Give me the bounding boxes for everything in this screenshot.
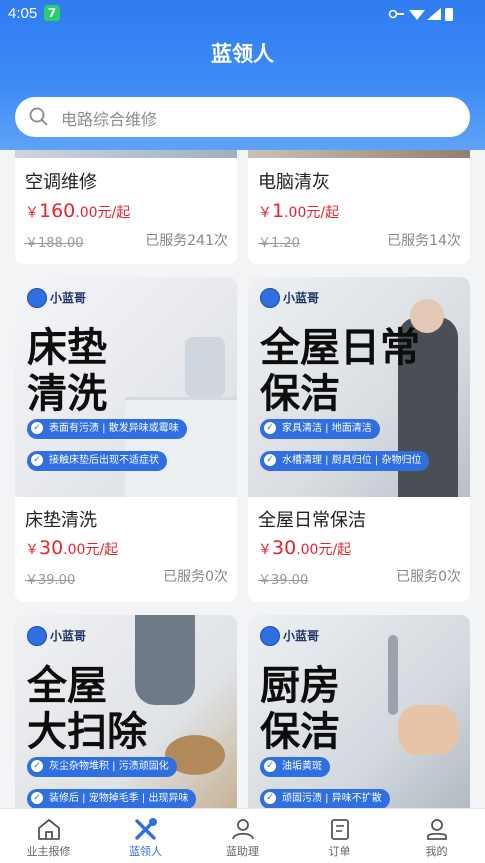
image-tag: ✓ 装修后 | 宠物掉毛季 | 出现异味: [27, 789, 197, 808]
service-image: [248, 150, 470, 158]
wifi-icon: [409, 10, 425, 20]
original-price: ￥188.00: [25, 236, 84, 251]
battery-icon: [445, 8, 453, 21]
service-name: 空调维修: [25, 172, 97, 193]
tab-label: 我的: [425, 845, 448, 858]
tab-label: 蓝助理: [226, 845, 259, 858]
signal-icon: [427, 8, 441, 20]
home-icon: [38, 819, 60, 840]
image-tag: ✓ 接触床垫后出现不适症状: [27, 451, 167, 471]
image-tag: ✓ 家具清洁 | 地面清洁: [260, 419, 380, 439]
service-card[interactable]: 小蓝哥 全屋日常 保洁 ✓ 家具清洁 | 地面清洁 ✓ 水槽清理 | 厨具归位 | 杂…: [248, 277, 470, 602]
image-headline: 床垫 清洗: [27, 325, 107, 417]
brand-logo: 小蓝哥: [260, 625, 319, 646]
tab-label: 订单: [328, 845, 351, 858]
brand-logo: 小蓝哥: [260, 287, 319, 308]
key-icon: [388, 9, 404, 19]
header-background: 4:05 7 蓝领人 电路综合维修: [0, 0, 485, 150]
service-image: 小蓝哥 厨房 保洁 ✓ 油垢黄斑 ✓ 顽固污渍 | 异味不扩散: [248, 615, 470, 808]
tab-label: 蓝领人: [129, 845, 162, 858]
image-tag: ✓ 表面有污渍 | 散发异味或霉味: [27, 419, 187, 439]
service-grid[interactable]: 空调维修 ￥160.00元/起 ￥188.00 已服务241次 电脑清灰 ￥1.…: [0, 150, 485, 808]
image-headline: 厨房 保洁: [260, 663, 340, 755]
bottom-tab-bar: 业主报修 蓝领人 蓝助理 订单 我的: [0, 808, 485, 863]
served-count: 已服务241次: [145, 233, 228, 249]
original-price: ￥1.20: [258, 236, 300, 251]
service-price: ￥160.00元/起: [25, 200, 131, 222]
service-card[interactable]: 空调维修 ￥160.00元/起 ￥188.00 已服务241次: [15, 150, 237, 264]
service-image: 小蓝哥 全屋日常 保洁 ✓ 家具清洁 | 地面清洁 ✓ 水槽清理 | 厨具归位 | 杂…: [248, 277, 470, 497]
original-price: ￥39.00: [258, 573, 309, 588]
image-tag: ✓ 灰尘杂物堆积 | 污渍顽固化: [27, 757, 177, 777]
image-tag: ✓ 油垢黄斑: [260, 757, 330, 777]
tab-bluecollar[interactable]: 蓝领人: [97, 809, 194, 863]
served-count: 已服务0次: [163, 569, 228, 585]
service-name: 床垫清洗: [25, 510, 97, 531]
original-price: ￥39.00: [25, 573, 76, 588]
service-image: [15, 150, 237, 158]
notification-badge: 7: [44, 5, 60, 21]
person-icon: [232, 819, 254, 840]
status-icons: [387, 6, 457, 26]
page-title: 蓝领人: [211, 42, 274, 66]
service-price: ￥30.00元/起: [25, 537, 119, 559]
served-count: 已服务14次: [387, 233, 461, 249]
service-image: 小蓝哥 全屋 大扫除 ✓ 灰尘杂物堆积 | 污渍顽固化 ✓ 装修后 | 宠物掉毛季 |…: [15, 615, 237, 808]
brand-logo: 小蓝哥: [27, 625, 86, 646]
image-headline: 全屋 大扫除: [27, 663, 147, 755]
tab-mine[interactable]: 我的: [388, 809, 485, 863]
order-icon: [331, 819, 349, 840]
service-card[interactable]: 小蓝哥 厨房 保洁 ✓ 油垢黄斑 ✓ 顽固污渍 | 异味不扩散: [248, 615, 470, 808]
search-icon: [29, 107, 48, 126]
service-price: ￥30.00元/起: [258, 537, 352, 559]
service-name: 全屋日常保洁: [258, 510, 366, 531]
tab-label: 业主报修: [26, 845, 71, 858]
status-bar: 4:05 7: [0, 0, 485, 28]
service-name: 电脑清灰: [258, 172, 330, 193]
service-card[interactable]: 小蓝哥 床垫 清洗 ✓ 表面有污渍 | 散发异味或霉味 ✓ 接触床垫后出现不适症状 床…: [15, 277, 237, 602]
service-card[interactable]: 电脑清灰 ￥1.00元/起 ￥1.20 已服务14次: [248, 150, 470, 264]
served-count: 已服务0次: [396, 569, 461, 585]
search-placeholder: 电路综合维修: [61, 110, 158, 129]
tools-icon: [135, 818, 157, 840]
tab-orders[interactable]: 订单: [291, 809, 388, 863]
image-tag: ✓ 顽固污渍 | 异味不扩散: [260, 789, 390, 808]
tab-assistant[interactable]: 蓝助理: [194, 809, 291, 863]
tab-owner-repair[interactable]: 业主报修: [0, 809, 97, 863]
image-headline: 全屋日常 保洁: [260, 325, 420, 417]
image-tag: ✓ 水槽清理 | 厨具归位 | 杂物归位: [260, 451, 430, 471]
service-image: 小蓝哥 床垫 清洗 ✓ 表面有污渍 | 散发异味或霉味 ✓ 接触床垫后出现不适症状: [15, 277, 237, 497]
service-card[interactable]: 小蓝哥 全屋 大扫除 ✓ 灰尘杂物堆积 | 污渍顽固化 ✓ 装修后 | 宠物掉毛季 |…: [15, 615, 237, 808]
service-price: ￥1.00元/起: [258, 200, 340, 222]
search-bar[interactable]: 电路综合维修: [15, 97, 470, 137]
user-icon: [427, 819, 447, 840]
brand-logo: 小蓝哥: [27, 287, 86, 308]
status-time: 4:05: [8, 5, 38, 22]
